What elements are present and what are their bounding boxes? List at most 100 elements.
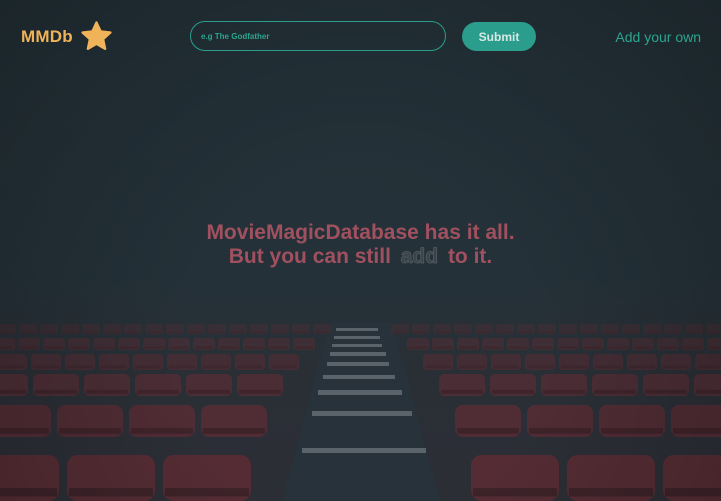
- seat-cushion: [69, 488, 153, 497]
- seat-cushion: [33, 365, 59, 369]
- seat-cushion: [393, 331, 407, 334]
- seat-cushion: [0, 346, 13, 349]
- seat-cushion: [540, 331, 554, 334]
- seat-cushion: [663, 365, 689, 369]
- seat-cushion: [459, 365, 485, 369]
- stair-step: [312, 411, 412, 416]
- seat-cushion: [527, 365, 553, 369]
- seat-cushion: [425, 365, 451, 369]
- seat-cushion: [603, 331, 617, 334]
- seat-cushion: [459, 346, 477, 349]
- seat-cushion: [273, 331, 287, 334]
- seat-cushion: [245, 346, 263, 349]
- seat-cushion: [63, 331, 77, 334]
- seat-cushion: [659, 346, 677, 349]
- seat-cushion: [595, 365, 621, 369]
- seat-cushion: [0, 331, 14, 334]
- add-your-own-link[interactable]: Add your own: [615, 29, 701, 45]
- seat-cushion: [252, 331, 266, 334]
- seat-cushion: [20, 346, 38, 349]
- hero-line-1: MovieMagicDatabase has it all.: [206, 221, 515, 244]
- seat-cushion: [35, 389, 77, 394]
- stair-step: [332, 344, 382, 347]
- seat-cushion: [315, 331, 329, 334]
- seat-cushion: [582, 331, 596, 334]
- seat-cushion: [45, 346, 63, 349]
- seat-cushion: [67, 365, 93, 369]
- seat-cushion: [271, 365, 297, 369]
- seat-cushion: [708, 331, 721, 334]
- seat-cushion: [559, 346, 577, 349]
- seat-cushion: [684, 346, 702, 349]
- seat-cushion: [188, 389, 230, 394]
- seat-cushion: [101, 365, 127, 369]
- stair-step: [318, 390, 402, 395]
- hero-add-highlight: add: [400, 245, 439, 269]
- seat-cushion: [457, 428, 519, 434]
- star-icon: [81, 21, 112, 50]
- seat-cushion: [441, 389, 483, 394]
- seat-cushion: [529, 428, 591, 434]
- stair-step: [323, 375, 395, 379]
- seat-cushion: [561, 331, 575, 334]
- search-input[interactable]: [190, 21, 446, 51]
- seat-cushion: [509, 346, 527, 349]
- seat-cushion: [561, 365, 587, 369]
- logo-text: MMDb: [21, 26, 73, 46]
- seat-cushion: [21, 331, 35, 334]
- seat-cushion: [0, 428, 49, 434]
- seat-cushion: [498, 331, 512, 334]
- seat-cushion: [519, 331, 533, 334]
- seat-cushion: [435, 331, 449, 334]
- submit-button[interactable]: Submit: [462, 22, 536, 51]
- stair-step: [330, 352, 386, 356]
- seat-cushion: [629, 365, 655, 369]
- seat-cushion: [569, 488, 653, 497]
- seat-cushion: [666, 331, 680, 334]
- seat-cushion: [70, 346, 88, 349]
- seat-cushion: [131, 428, 193, 434]
- seat-cushion: [414, 331, 428, 334]
- seat-cushion: [137, 389, 179, 394]
- seat-cushion: [203, 365, 229, 369]
- seat-cushion: [239, 389, 281, 394]
- seat-cushion: [456, 331, 470, 334]
- seat-cushion: [709, 346, 721, 349]
- seat-cushion: [601, 428, 663, 434]
- seat-cushion: [270, 346, 288, 349]
- seat-cushion: [203, 428, 265, 434]
- seat-cushion: [409, 346, 427, 349]
- stair-step: [336, 328, 378, 331]
- seat-cushion: [59, 428, 121, 434]
- seat-cushion: [609, 346, 627, 349]
- seat-cushion: [634, 346, 652, 349]
- page: MMDb Submit Add your own MovieMagicDatab…: [0, 0, 721, 501]
- seat-cushion: [543, 389, 585, 394]
- seat-cushion: [673, 428, 721, 434]
- seat-cushion: [168, 331, 182, 334]
- seat-cushion: [86, 389, 128, 394]
- seat-cushion: [231, 331, 245, 334]
- seat-cushion: [0, 389, 26, 394]
- logo[interactable]: MMDb: [21, 20, 113, 53]
- seat-cushion: [210, 331, 224, 334]
- seat-cushion: [126, 331, 140, 334]
- seat-cushion: [135, 365, 161, 369]
- seat-cushion: [105, 331, 119, 334]
- stair-step: [327, 362, 389, 366]
- stair-step: [302, 448, 426, 453]
- seat-cushion: [492, 389, 534, 394]
- seat-cushion: [295, 346, 313, 349]
- hero-line-2-start: But you can still: [228, 245, 391, 268]
- seat-cushion: [645, 389, 687, 394]
- stair-step: [334, 336, 380, 339]
- seat-cushion: [147, 331, 161, 334]
- seat-cushion: [84, 331, 98, 334]
- seat-cushion: [696, 389, 721, 394]
- seat-cushion: [534, 346, 552, 349]
- seat-cushion: [170, 346, 188, 349]
- hero-line-2-end: to it.: [447, 245, 493, 268]
- seat-cushion: [189, 331, 203, 334]
- seat-cushion: [473, 488, 557, 497]
- hero-line-2: But you can still add to it.: [0, 245, 721, 269]
